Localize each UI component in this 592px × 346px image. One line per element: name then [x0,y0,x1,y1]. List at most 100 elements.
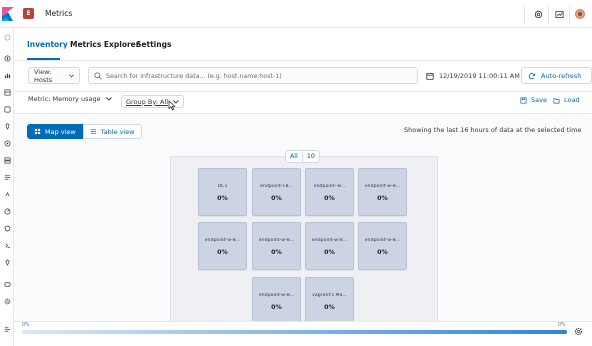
legend-max-label: 0% [558,323,566,328]
chevron-down-icon [105,97,112,101]
host-node[interactable]: DC1 0% [198,168,247,216]
infrastructure-icon[interactable] [3,156,11,164]
host-node[interactable]: endpoint-l-8... 0% [252,168,301,216]
divider [524,4,525,24]
save-icon [520,97,527,103]
node-value: 0% [324,195,335,202]
node-name: endpoint-w-8... [364,184,401,189]
stack-monitoring-icon[interactable] [3,258,11,266]
group-header[interactable]: All 10 [285,150,320,163]
node-value: 0% [217,195,228,202]
table-view-label: Table view [100,127,135,136]
group-label: All [290,153,298,160]
view-select-label: View: Hosts [34,67,53,84]
node-name: endpoint-l-8... [260,184,293,189]
help-icon[interactable] [531,7,545,21]
maps-icon[interactable] [3,122,11,130]
group-count: 10 [301,151,319,162]
node-value: 0% [324,304,335,311]
visualize-icon[interactable] [3,71,11,79]
dev-tools-icon[interactable] [3,241,11,249]
auto-refresh-button[interactable]: Auto-refresh [521,67,592,84]
collapse-nav-icon[interactable] [3,325,11,333]
filter-bar: Metric: Memory usage Group By: All Save … [14,92,592,114]
uptime-icon[interactable] [3,207,11,215]
node-name: endpoint-w-8... [364,238,401,243]
divider [548,4,549,24]
tab-bar: Inventory Metrics Explorer Settings [14,28,592,61]
host-node[interactable]: endpoint-w-8... 0% [252,222,301,270]
legend-gradient [22,330,567,334]
app-badge[interactable]: E [23,8,34,19]
management-icon[interactable] [3,297,11,305]
ml-icon[interactable] [3,139,11,147]
view-toggle: Map view Table view [27,124,142,139]
siem-icon[interactable] [3,224,11,232]
active-tab-indicator [27,58,60,60]
host-node[interactable]: endpoint--8... 0% [305,168,354,216]
node-name: endpoint--8... [313,184,346,189]
folder-icon [553,97,560,103]
inventory-content: Map view Table view Showing the last 16 … [14,114,592,346]
host-node[interactable]: endpoint-w-8... 0% [305,222,354,270]
map-view-label: Map view [45,127,76,136]
legend-bar: 0% 0% [14,321,592,346]
logs-icon[interactable] [3,173,11,181]
table-view-button[interactable]: Table view [82,124,142,139]
tab-metrics-explorer[interactable]: Metrics Explorer [70,40,139,49]
node-name: endpoint-w-8... [258,238,295,243]
top-header: E Metrics [0,0,592,28]
search-icon [94,72,102,80]
tab-inventory[interactable]: Inventory [27,40,68,49]
map-view-button[interactable]: Map view [27,124,83,139]
node-value: 0% [377,249,388,256]
host-node[interactable]: endpoint-w-8... 0% [358,222,407,270]
node-value: 0% [271,249,282,256]
gear-icon[interactable] [574,327,583,336]
host-node[interactable]: endpoint-w-8... 0% [252,277,301,325]
grid-icon [34,128,41,135]
host-node[interactable]: vagrant's Ma... 0% [305,277,354,325]
load-button[interactable]: Load [553,96,580,104]
date-value: 12/19/2019 11:00:11 AM [439,71,520,80]
metric-select[interactable]: Metric: Memory usage [28,95,112,103]
list-icon [90,129,96,134]
node-value: 0% [271,304,282,311]
node-name: DC1 [217,184,228,189]
legend-fill [22,330,567,334]
save-label: Save [531,96,547,104]
group-by-label: Group By: All [126,97,169,106]
discover-icon[interactable] [3,54,11,62]
auto-refresh-label: Auto-refresh [541,71,582,80]
chevron-down-icon [69,73,74,77]
news-feed-icon[interactable] [552,7,566,21]
load-label: Load [564,96,580,104]
calendar-icon [426,72,434,80]
apm-icon[interactable] [3,190,11,198]
node-name: endpoint-w-8... [311,238,348,243]
waffle-map: All 10 DC1 0% endpoint-l-8... 0% endpoin… [170,150,438,346]
page-title: Metrics [45,9,73,18]
kibana-logo-icon[interactable] [2,7,14,21]
fleet-icon[interactable] [3,280,11,288]
node-name: endpoint-w-8... [204,238,241,243]
search-input[interactable] [106,69,406,83]
recently-viewed-icon[interactable] [3,33,11,41]
node-value: 0% [324,249,335,256]
user-avatar[interactable] [575,9,585,19]
refresh-icon [528,72,536,79]
node-name: vagrant's Ma... [312,293,347,298]
host-node[interactable]: endpoint-w-8... 0% [198,222,247,270]
host-node[interactable]: endpoint-w-8... 0% [358,168,407,216]
save-button[interactable]: Save [520,96,547,104]
canvas-icon[interactable] [3,105,11,113]
search-field[interactable] [88,67,418,84]
node-value: 0% [377,195,388,202]
tab-settings[interactable]: Settings [136,40,171,49]
view-select[interactable]: View: Hosts [28,67,80,84]
time-range-info: Showing the last 16 hours of data at the… [404,126,582,134]
side-nav [0,28,14,346]
date-picker[interactable]: 12/19/2019 11:00:11 AM [426,67,522,84]
node-name: endpoint-w-8... [258,293,295,298]
dashboard-icon[interactable] [3,88,11,96]
